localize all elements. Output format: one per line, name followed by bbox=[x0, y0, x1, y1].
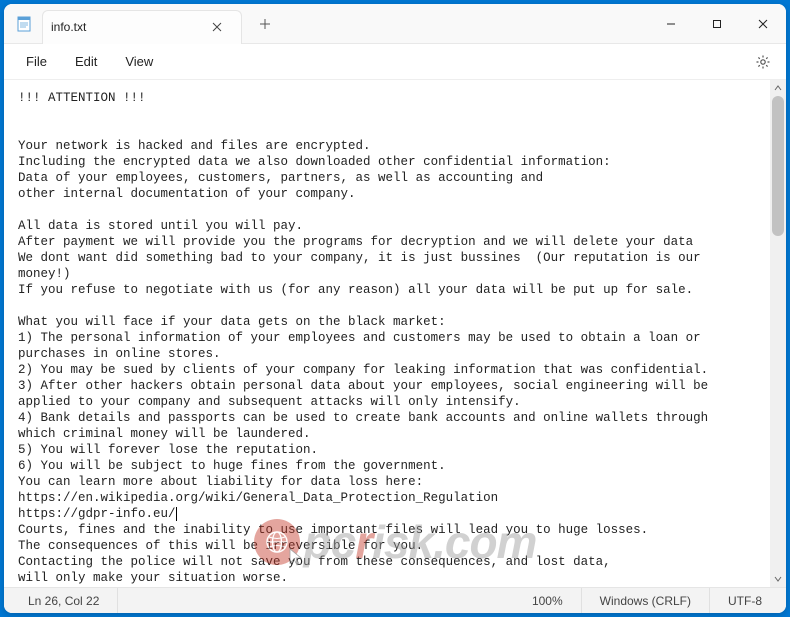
maximize-icon bbox=[712, 19, 722, 29]
text-line: https://gdpr-info.eu/ bbox=[18, 507, 176, 521]
new-tab-button[interactable] bbox=[248, 9, 282, 39]
text-line: The consequences of this will be irrever… bbox=[18, 539, 423, 553]
scrollbar-thumb[interactable] bbox=[772, 96, 784, 236]
window-controls bbox=[648, 4, 786, 44]
document-tab[interactable]: info.txt bbox=[42, 10, 242, 44]
text-line: applied to your company and subsequent a… bbox=[18, 395, 521, 409]
text-content[interactable]: !!! ATTENTION !!! Your network is hacked… bbox=[4, 80, 770, 587]
gear-icon bbox=[755, 54, 771, 70]
text-line: Data of your employees, customers, partn… bbox=[18, 171, 543, 185]
text-line: If you refuse to negotiate with us (for … bbox=[18, 283, 693, 297]
close-icon bbox=[758, 19, 768, 29]
text-line: You can learn more about liability for d… bbox=[18, 475, 423, 489]
text-line: 2) You may be sued by clients of your co… bbox=[18, 363, 708, 377]
chevron-up-icon bbox=[774, 85, 782, 91]
status-position[interactable]: Ln 26, Col 22 bbox=[10, 588, 118, 613]
status-line-ending[interactable]: Windows (CRLF) bbox=[582, 588, 710, 613]
status-zoom[interactable]: 100% bbox=[514, 588, 582, 613]
maximize-button[interactable] bbox=[694, 4, 740, 44]
scroll-up-button[interactable] bbox=[770, 80, 786, 96]
text-line: other internal documentation of your com… bbox=[18, 187, 356, 201]
text-line: which criminal money will be laundered. bbox=[18, 427, 311, 441]
notepad-window: info.txt File Edit View bbox=[4, 4, 786, 613]
plus-icon bbox=[259, 18, 271, 30]
minimize-icon bbox=[666, 19, 676, 29]
menubar: File Edit View bbox=[4, 44, 786, 80]
editor-area: !!! ATTENTION !!! Your network is hacked… bbox=[4, 80, 786, 587]
titlebar[interactable]: info.txt bbox=[4, 4, 786, 44]
settings-button[interactable] bbox=[748, 47, 778, 77]
text-line: purchases in online stores. bbox=[18, 347, 221, 361]
statusbar: Ln 26, Col 22 100% Windows (CRLF) UTF-8 bbox=[4, 587, 786, 613]
text-line: Your network is hacked and files are enc… bbox=[18, 139, 371, 153]
notepad-app-icon bbox=[16, 16, 32, 32]
text-line: After payment we will provide you the pr… bbox=[18, 235, 693, 249]
menu-view[interactable]: View bbox=[111, 48, 167, 75]
text-line: 4) Bank details and passports can be use… bbox=[18, 411, 708, 425]
text-line: !!! ATTENTION !!! bbox=[18, 91, 146, 105]
scrollbar-track[interactable] bbox=[770, 96, 786, 571]
text-line: https://en.wikipedia.org/wiki/General_Da… bbox=[18, 491, 498, 505]
menu-edit[interactable]: Edit bbox=[61, 48, 111, 75]
chevron-down-icon bbox=[774, 576, 782, 582]
text-line: We dont want did something bad to your c… bbox=[18, 251, 708, 281]
close-window-button[interactable] bbox=[740, 4, 786, 44]
text-line: 3) After other hackers obtain personal d… bbox=[18, 379, 708, 393]
scroll-down-button[interactable] bbox=[770, 571, 786, 587]
text-line: 6) You will be subject to huge fines fro… bbox=[18, 459, 446, 473]
minimize-button[interactable] bbox=[648, 4, 694, 44]
text-line: will only make your situation worse. bbox=[18, 571, 288, 585]
status-encoding[interactable]: UTF-8 bbox=[710, 588, 780, 613]
vertical-scrollbar[interactable] bbox=[770, 80, 786, 587]
text-line: Courts, fines and the inability to use i… bbox=[18, 523, 648, 537]
tab-title: info.txt bbox=[51, 20, 197, 34]
text-line: 5) You will forever lose the reputation. bbox=[18, 443, 318, 457]
tab-close-button[interactable] bbox=[205, 15, 229, 39]
text-line: Contacting the police will not save you … bbox=[18, 555, 611, 569]
close-icon bbox=[212, 22, 222, 32]
text-line: All data is stored until you will pay. bbox=[18, 219, 303, 233]
text-line: What you will face if your data gets on … bbox=[18, 315, 446, 329]
menu-file[interactable]: File bbox=[12, 48, 61, 75]
text-cursor bbox=[176, 507, 177, 521]
text-line: 1) The personal information of your empl… bbox=[18, 331, 701, 345]
text-line: Including the encrypted data we also dow… bbox=[18, 155, 611, 169]
